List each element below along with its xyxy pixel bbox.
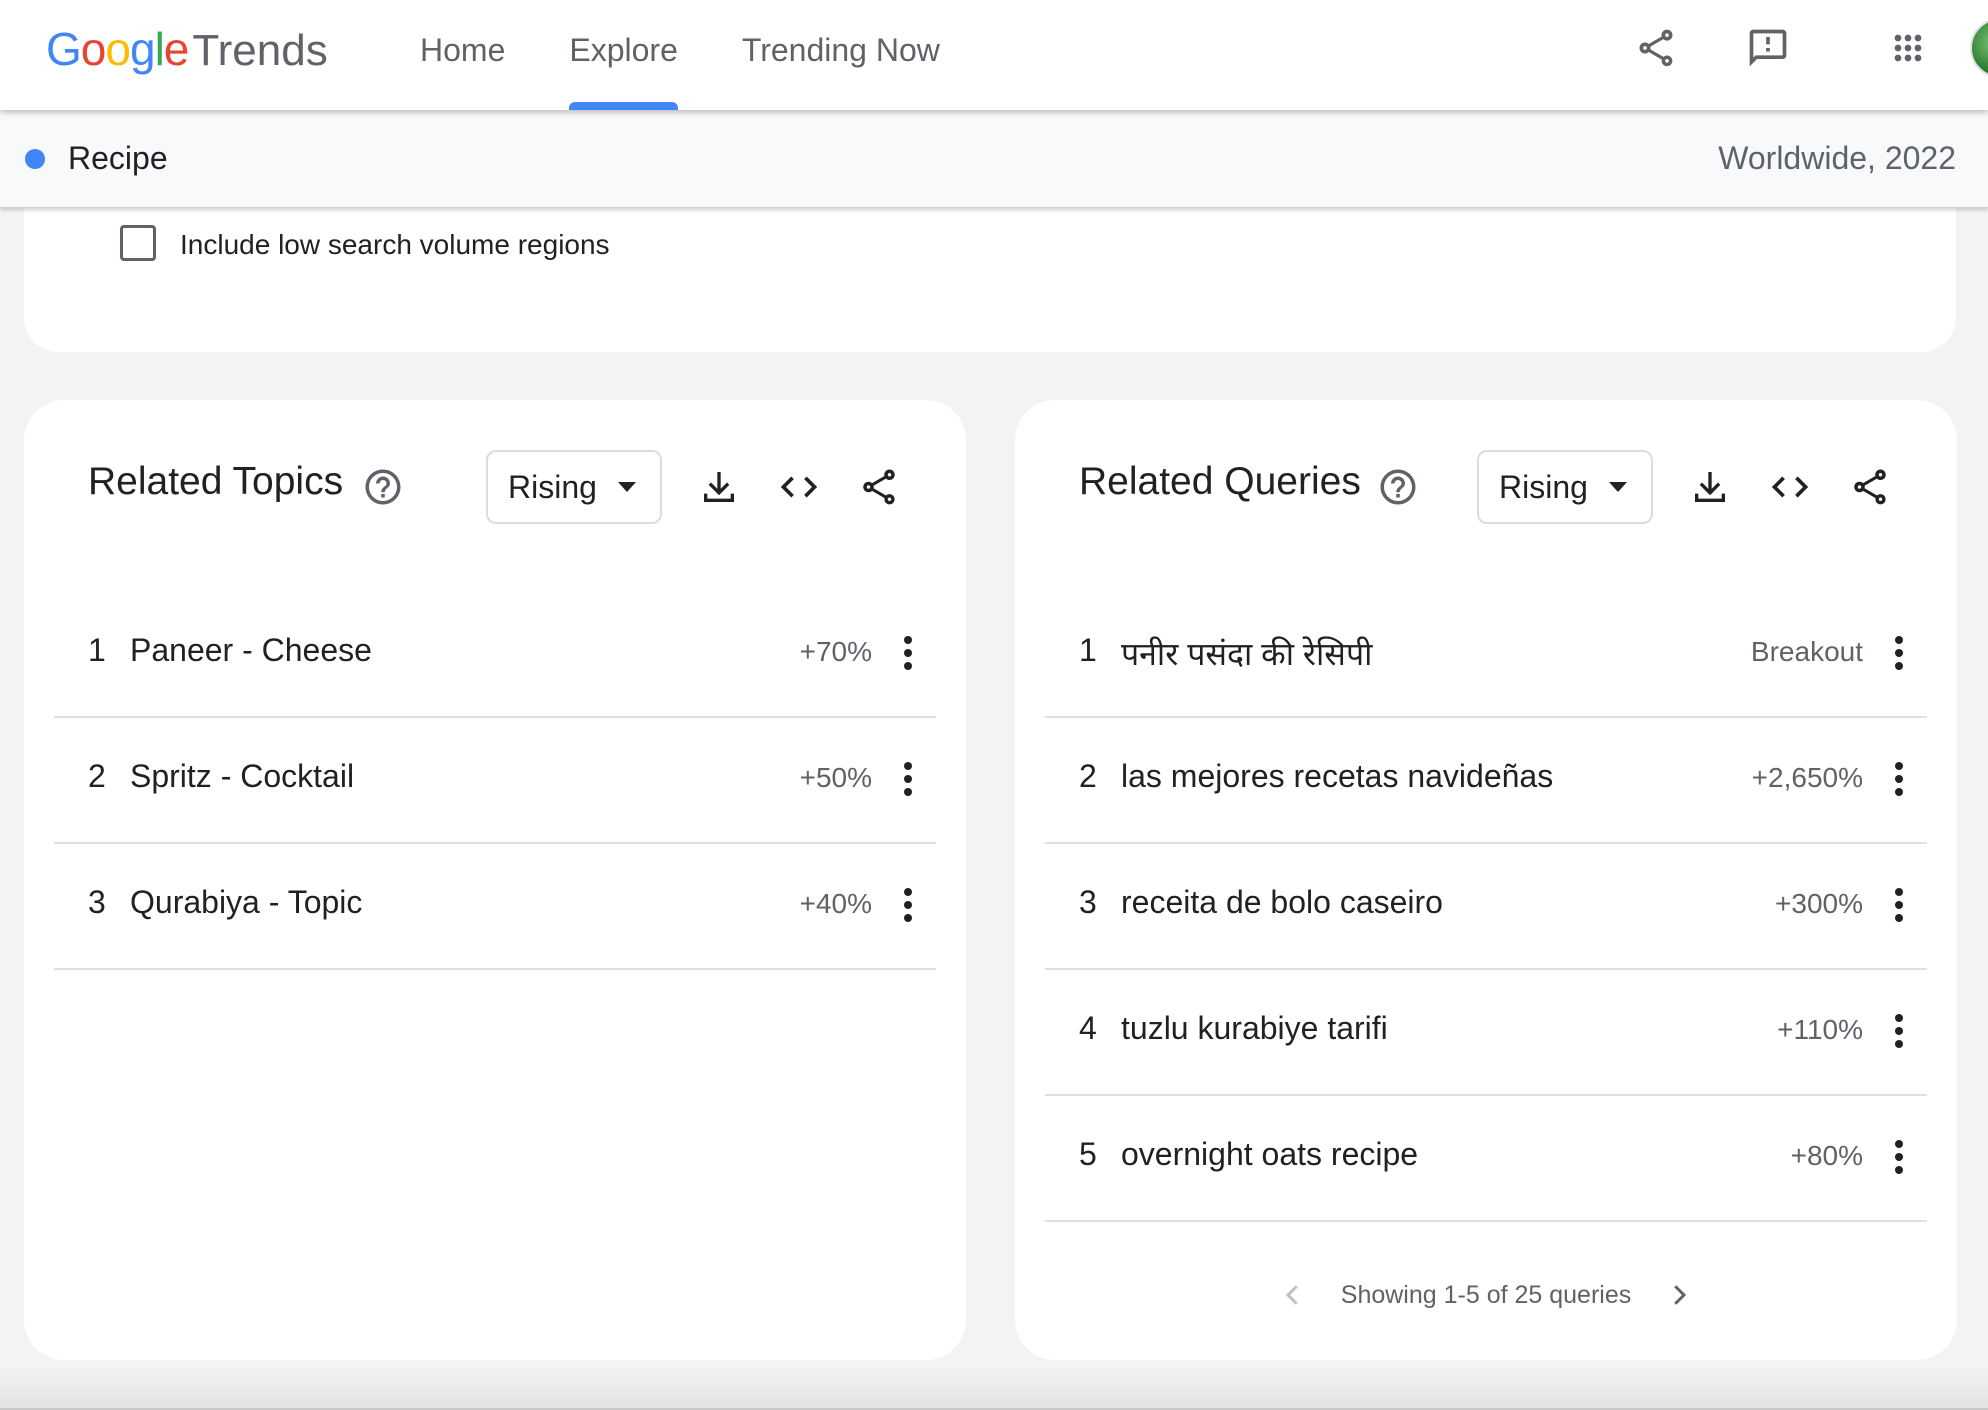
query-name[interactable]: पनीर पसंदा की रेसिपी (1121, 632, 1372, 675)
page-bottom-edge (0, 1366, 1988, 1410)
logo-letter: l (154, 23, 165, 75)
active-tab-indicator (569, 102, 678, 110)
topic-name[interactable]: Qurabiya - Topic (130, 884, 362, 921)
help-icon[interactable] (362, 466, 402, 506)
trends-wordmark: Trends (192, 26, 328, 75)
pagination-status: Showing 1-5 of 25 queries (1340, 1280, 1632, 1309)
logo-letter: g (129, 23, 156, 75)
list-item[interactable]: 2 las mejores recetas navideñas +2,650% (1045, 718, 1927, 844)
google-wordmark: Google (46, 22, 190, 76)
term-color-dot (25, 149, 45, 169)
term-scope-label[interactable]: Worldwide, 2022 (1718, 140, 1956, 177)
rank: 1 (88, 632, 106, 668)
help-icon[interactable] (1377, 466, 1417, 506)
dropdown-caret-icon (618, 482, 636, 492)
topic-name[interactable]: Spritz - Cocktail (130, 758, 354, 795)
logo-letter: o (105, 23, 131, 75)
rise-value: Breakout (1750, 636, 1863, 667)
embed-code-icon[interactable] (1765, 462, 1815, 512)
queries-filter-value: Rising (1499, 468, 1588, 505)
more-vert-icon[interactable] (1879, 877, 1919, 933)
account-avatar[interactable] (1970, 18, 1988, 78)
download-icon[interactable] (1685, 462, 1735, 512)
topics-filter-value: Rising (508, 468, 597, 505)
more-vert-icon[interactable] (1879, 751, 1919, 807)
queries-filter-select[interactable]: Rising (1477, 450, 1653, 524)
rise-value: +110% (1777, 1014, 1863, 1045)
main-nav: Home Explore Trending Now (420, 0, 1004, 110)
list-item[interactable]: 1 पनीर पसंदा की रेसिपी Breakout (1045, 592, 1927, 718)
related-queries-card: Related Queries Rising 1 पनीर पसंदा की र… (1015, 400, 1957, 1360)
nav-explore[interactable]: Explore (569, 0, 678, 110)
share-icon[interactable] (854, 462, 904, 512)
nav-trending-now-label: Trending Now (741, 32, 940, 68)
apps-grid-icon[interactable] (1882, 22, 1934, 74)
search-term-label[interactable]: Recipe (68, 140, 168, 177)
chevron-left-icon[interactable] (1273, 1275, 1313, 1315)
rank: 3 (88, 884, 106, 920)
list-item[interactable]: 3 receita de bolo caseiro +300% (1045, 844, 1927, 970)
list-item[interactable]: 5 overnight oats recipe +80% (1045, 1096, 1927, 1222)
logo-letter: e (163, 23, 190, 75)
nav-trending-now[interactable]: Trending Now (742, 0, 940, 110)
rise-value: +40% (799, 888, 872, 919)
rank: 4 (1079, 1010, 1097, 1046)
nav-home-label: Home (420, 32, 506, 68)
share-icon[interactable] (1845, 462, 1895, 512)
rise-value: +80% (1790, 1140, 1863, 1171)
rank: 5 (1079, 1136, 1097, 1172)
pagination: Showing 1-5 of 25 queries (1015, 1270, 1957, 1320)
query-name[interactable]: overnight oats recipe (1121, 1136, 1418, 1173)
query-name[interactable]: las mejores recetas navideñas (1121, 758, 1553, 795)
topics-filter-select[interactable]: Rising (486, 450, 662, 524)
rank: 3 (1079, 884, 1097, 920)
nav-home[interactable]: Home (420, 0, 505, 110)
related-topics-card: Related Topics Rising 1 Paneer - Cheese … (24, 400, 966, 1360)
download-icon[interactable] (694, 462, 744, 512)
nav-explore-label: Explore (569, 32, 678, 68)
rise-value: +50% (799, 762, 872, 793)
list-item[interactable]: 4 tuzlu kurabiye tarifi +110% (1045, 970, 1927, 1096)
more-vert-icon[interactable] (888, 877, 928, 933)
more-vert-icon[interactable] (888, 625, 928, 681)
query-name[interactable]: receita de bolo caseiro (1121, 884, 1443, 921)
search-term-bar (0, 110, 1988, 208)
topic-name[interactable]: Paneer - Cheese (130, 632, 372, 669)
rank: 2 (88, 758, 106, 794)
logo-letter: G (46, 23, 82, 75)
rank: 1 (1079, 632, 1097, 668)
low-volume-regions-checkbox[interactable] (120, 225, 156, 261)
low-volume-regions-label: Include low search volume regions (180, 229, 610, 260)
more-vert-icon[interactable] (1879, 625, 1919, 681)
share-icon[interactable] (1630, 22, 1682, 74)
chevron-right-icon[interactable] (1659, 1275, 1699, 1315)
related-queries-title: Related Queries (1079, 460, 1361, 503)
more-vert-icon[interactable] (888, 751, 928, 807)
more-vert-icon[interactable] (1879, 1003, 1919, 1059)
related-topics-title: Related Topics (88, 460, 344, 503)
query-name[interactable]: tuzlu kurabiye tarifi (1121, 1010, 1388, 1047)
google-trends-logo[interactable]: Google Trends (46, 22, 328, 82)
rank: 2 (1079, 758, 1097, 794)
logo-letter: o (80, 23, 107, 75)
dropdown-caret-icon (1609, 482, 1627, 492)
feedback-icon[interactable] (1742, 22, 1794, 74)
list-item[interactable]: 2 Spritz - Cocktail +50% (54, 718, 936, 844)
related-topics-list: 1 Paneer - Cheese +70% 2 Spritz - Cockta… (54, 592, 936, 970)
embed-code-icon[interactable] (774, 462, 824, 512)
rise-value: +2,650% (1751, 762, 1863, 793)
list-item[interactable]: 1 Paneer - Cheese +70% (54, 592, 936, 718)
rise-value: +300% (1775, 888, 1863, 919)
more-vert-icon[interactable] (1879, 1129, 1919, 1185)
top-header: Google Trends Home Explore Trending Now (0, 0, 1988, 110)
rise-value: +70% (799, 636, 872, 667)
related-queries-list: 1 पनीर पसंदा की रेसिपी Breakout 2 las me… (1045, 592, 1927, 1222)
list-item[interactable]: 3 Qurabiya - Topic +40% (54, 844, 936, 970)
